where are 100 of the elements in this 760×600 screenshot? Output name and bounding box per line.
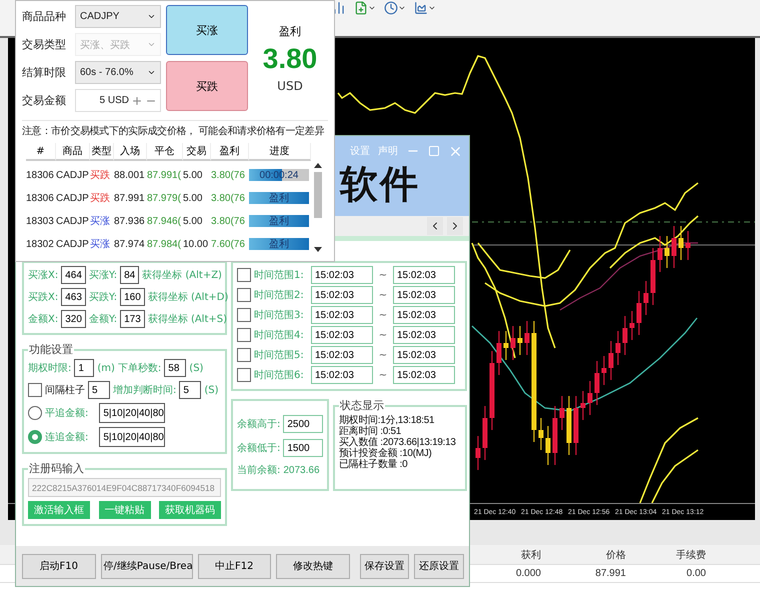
checkbox[interactable] [237,288,251,302]
unit-label: (m) [97,362,115,374]
checkbox[interactable] [237,348,251,362]
status-text: 预计投资金额 :10(MJ) [339,448,432,459]
input-field[interactable]: 58 [164,359,186,377]
input-field[interactable]: 5 [179,381,202,399]
table-cell-text: 87.936 [114,214,145,228]
radio-button[interactable] [28,430,42,444]
scrollbar-drawing[interactable] [313,162,323,254]
toolbar-button[interactable]: 中止F12 [198,554,272,578]
input-field[interactable]: 464 [61,266,86,284]
dropdown[interactable]: 60s - 76.0% [75,61,161,84]
progress-bar: 盈利 [249,215,309,227]
checkbox[interactable] [237,268,251,282]
field-label: 时间范围6: [254,368,305,382]
progress-bar: 盈利 [249,238,309,250]
column-header: 商品 [56,143,90,161]
toolbar-button[interactable]: 修改热键 [276,554,350,578]
table-cell-text: 87.984( [147,238,181,252]
range-separator: ~ [378,310,388,320]
field-label: 下单秒数: [118,362,162,375]
table-cell-text: 87.991 [114,192,145,206]
field-label: 金额Y: [88,312,118,326]
profit-label: 盈利 [279,24,301,39]
time-field[interactable]: 15:02:03 [311,366,373,384]
input-field[interactable]: 463 [61,288,86,306]
field-label: 买涨X: [28,268,58,282]
field-label: 交易类型 [22,37,67,52]
toolbar-button[interactable]: 保存设置 [360,554,410,578]
area-chart-icon[interactable] [414,1,436,15]
banner-title: 软件 [340,160,420,208]
time-field[interactable]: 15:02:03 [311,306,373,324]
time-field[interactable]: 15:02:03 [393,346,455,364]
input-field[interactable]: 2500 [283,415,323,433]
table-cell-text: 18306 [26,192,54,206]
table-cell-text: CADJP [56,168,89,182]
table-cell-text: 3.80(76 [211,168,245,182]
field-label: 时间范围2: [254,288,305,302]
plus-icon[interactable] [131,94,143,106]
table-cell-text: 18302 [26,238,54,252]
time-field[interactable]: 15:02:03 [311,266,373,284]
checkbox[interactable] [28,383,42,397]
clock-icon[interactable] [384,1,406,15]
input-field[interactable]: 84 [120,266,140,284]
status-text: 期权时间:1分,13:18:51 [339,415,436,426]
toolbar-button[interactable]: 还原设置 [414,554,464,578]
column-header: 获利 [520,548,542,562]
status-text: 距离时间 :0:51 [339,426,402,437]
time-field[interactable]: 15:02:03 [393,306,455,324]
table-cell-text: 0.000 [514,568,542,579]
time-field[interactable]: 15:02:03 [311,346,373,364]
add-file-icon[interactable] [354,1,376,15]
unit-label: (S) [189,362,204,374]
unit-label: (S) [204,384,219,396]
input-field[interactable]: 1500 [283,439,323,457]
buy-rise-button[interactable]: 买涨 [166,5,248,55]
time-field[interactable]: 15:02:03 [393,326,455,344]
input-field[interactable]: 5|10|20|40|80 [99,427,166,447]
checkbox[interactable] [237,368,251,382]
group-title: 注册码输入 [28,462,85,475]
column-header: 进度 [249,143,311,161]
table-cell-text: CADJP [56,214,89,228]
next-button[interactable] [447,217,463,235]
radio-button[interactable] [28,406,42,420]
time-field[interactable]: 15:02:03 [393,266,455,284]
field-label: 余额高于: [237,418,280,431]
time-field[interactable]: 15:02:03 [393,366,455,384]
field-label: 时间范围1: [254,268,305,282]
toolbar-button[interactable]: 启动F10 [22,554,96,578]
caret-icon [147,40,156,49]
input-field[interactable]: 320 [61,310,86,328]
column-header: 盈利 [211,143,249,161]
field-label: 连追金额: [45,430,88,444]
input-field[interactable]: 173 [120,310,145,328]
input-field[interactable]: 5 [88,381,110,399]
field-label: 时间范围4: [254,328,305,342]
toolbar-button[interactable]: 停/继续Pause/Brea [100,554,193,578]
checkbox[interactable] [237,328,251,342]
checkbox[interactable] [237,308,251,322]
table-cell-text: 7.60(76 [211,238,245,252]
input-field[interactable]: 5|10|20|40|80 [99,403,166,423]
table-cell-text: 87.946( [147,214,181,228]
status-text: 买入数值 :2073.66|13:19:13 [339,437,457,448]
range-separator: ~ [378,290,388,300]
amount-field[interactable]: 5 USD [75,89,161,112]
table-cell-text: 18303 [26,214,54,228]
table-cell-text: 18306 [26,168,54,182]
column-header: 入场 [114,143,147,161]
checkbox-label: 间隔柱子 [45,384,85,397]
dropdown[interactable]: CADJPY [75,5,161,28]
input-field[interactable]: 160 [120,288,145,306]
bar-chart-icon[interactable] [332,1,346,15]
input-field[interactable]: 1 [74,359,94,377]
time-field[interactable]: 15:02:03 [311,286,373,304]
field-label: 时间范围3: [254,308,305,322]
table-cell-text: 5.00 [183,214,202,228]
time-field[interactable]: 15:02:03 [311,326,373,344]
time-field[interactable]: 15:02:03 [393,286,455,304]
buy-fall-button[interactable]: 买跌 [166,61,248,111]
previous-button[interactable] [427,217,443,235]
